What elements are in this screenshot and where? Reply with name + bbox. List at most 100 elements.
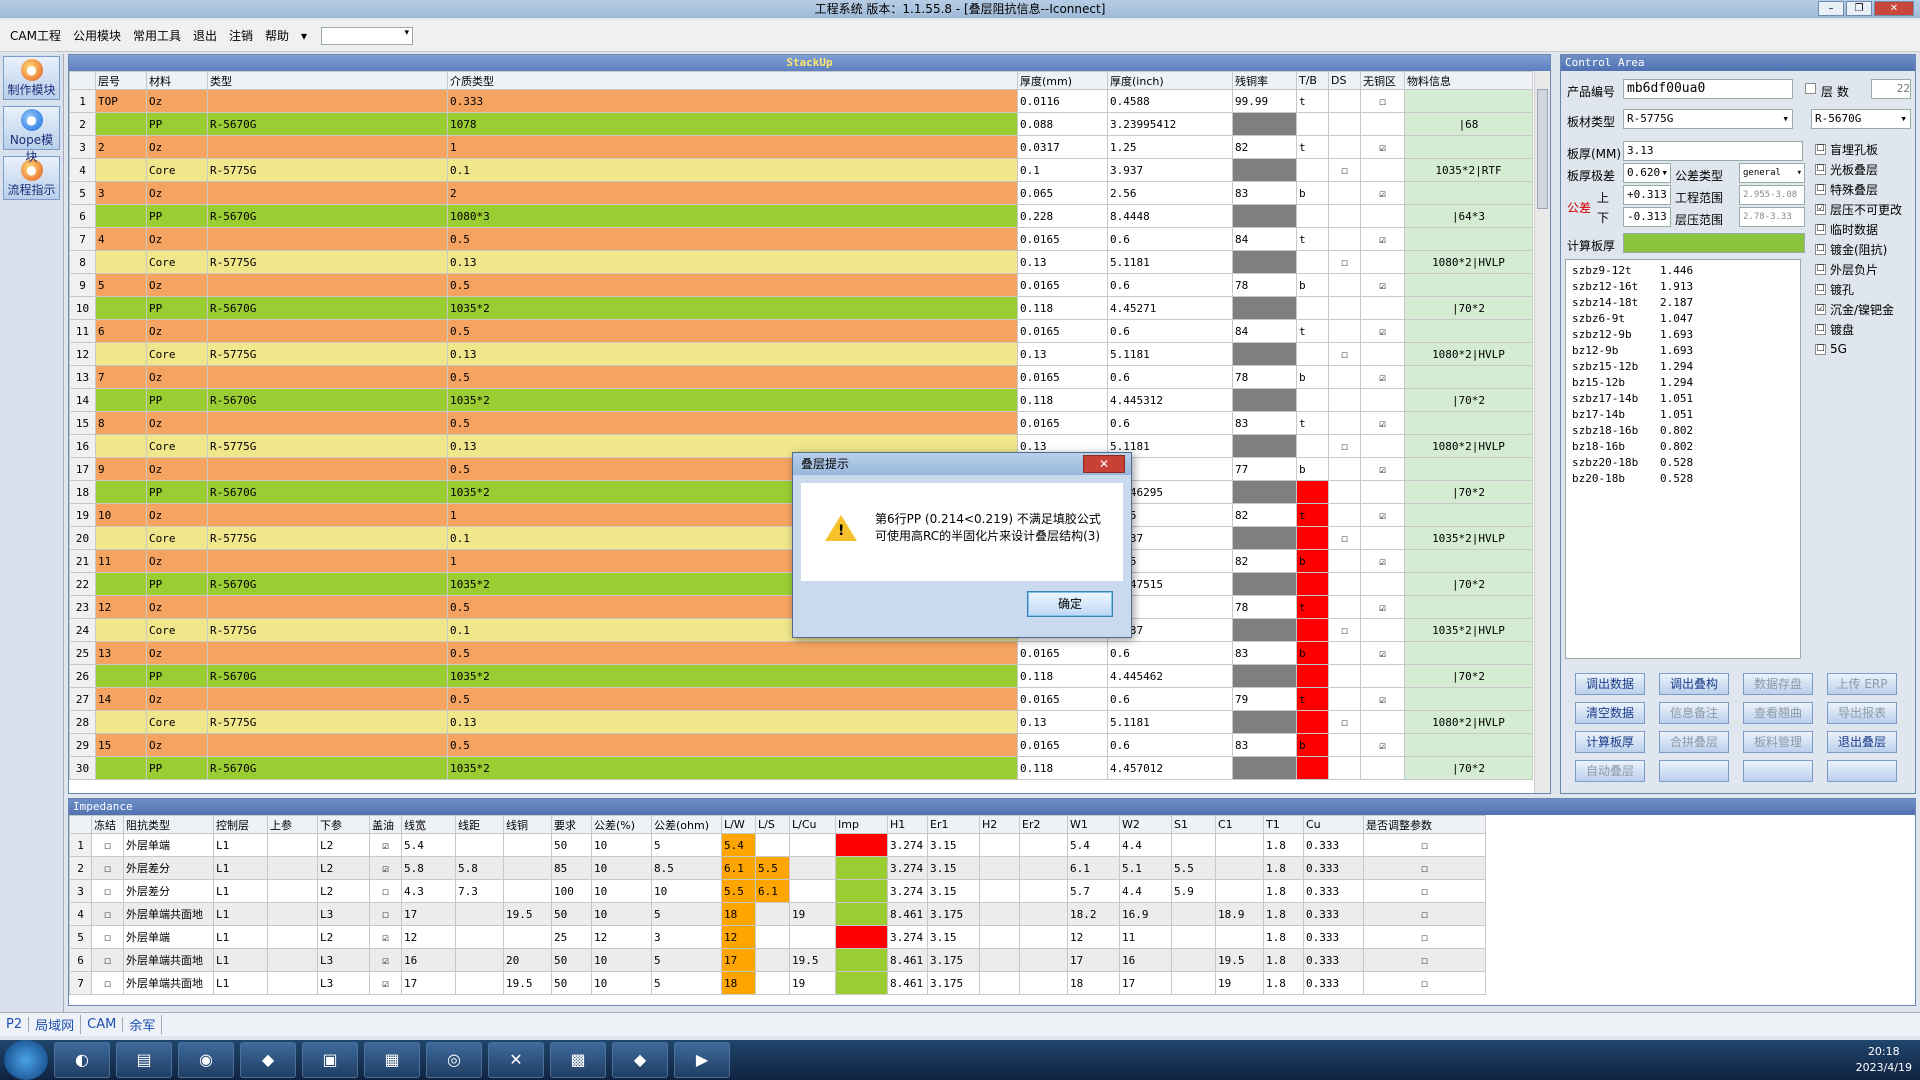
table-cell[interactable]: 19 xyxy=(789,902,836,926)
table-cell[interactable]: 0.5 xyxy=(447,273,1018,297)
table-cell[interactable] xyxy=(1328,687,1361,711)
table-cell[interactable] xyxy=(1328,273,1361,297)
table-cell[interactable] xyxy=(1360,618,1405,642)
table-cell[interactable]: 0.333 xyxy=(1303,971,1364,995)
table-cell[interactable]: 3.175 xyxy=(927,902,980,926)
table-cell[interactable]: ☑ xyxy=(1360,135,1405,159)
table-cell[interactable]: 99.99 xyxy=(1232,89,1297,113)
table-cell[interactable] xyxy=(207,89,448,113)
table-cell[interactable]: 83 xyxy=(1232,733,1297,757)
table-cell[interactable]: 5.5 xyxy=(755,856,790,880)
table-cell[interactable] xyxy=(1232,480,1297,504)
table-cell[interactable]: 1.8 xyxy=(1263,879,1304,903)
close-button[interactable]: ✕ xyxy=(1874,1,1914,16)
table-row[interactable]: 2 PP R-5670G 1078 0.088 3.23995412 |68 xyxy=(69,112,1533,136)
table-cell[interactable]: 19.5 xyxy=(503,902,552,926)
table-cell[interactable] xyxy=(1360,204,1405,228)
table-cell[interactable]: 16 xyxy=(401,948,456,972)
table-cell[interactable] xyxy=(207,181,448,205)
table-cell[interactable] xyxy=(1360,480,1405,504)
table-cell[interactable]: ☐ xyxy=(1363,948,1486,972)
table-cell[interactable] xyxy=(1215,879,1264,903)
board-type-select[interactable]: R-5775G ▾ xyxy=(1623,109,1793,129)
table-cell[interactable]: 10 xyxy=(95,503,147,527)
table-cell[interactable] xyxy=(1360,756,1405,780)
impedance-col-header[interactable]: 线距 xyxy=(455,815,504,834)
table-cell[interactable]: |70*2 xyxy=(1404,296,1533,320)
table-cell[interactable] xyxy=(207,365,448,389)
table-cell[interactable]: 5 xyxy=(651,902,722,926)
table-cell[interactable]: 3.15 xyxy=(927,879,980,903)
table-cell[interactable]: 78 xyxy=(1232,365,1297,389)
table-row[interactable]: 28 Core R-5775G 0.13 0.13 5.1181 ☐ 1080*2|HVLP xyxy=(69,710,1533,734)
table-cell[interactable] xyxy=(1328,411,1361,435)
table-cell[interactable]: 外层单端共面地 xyxy=(123,902,214,926)
table-cell[interactable] xyxy=(1232,204,1297,228)
table-cell[interactable]: R-5670G xyxy=(207,204,448,228)
table-cell[interactable] xyxy=(207,549,448,573)
table-cell[interactable]: b xyxy=(1296,181,1329,205)
table-cell[interactable]: PP xyxy=(146,296,208,320)
table-cell[interactable]: 1080*2|HVLP xyxy=(1404,434,1533,458)
table-cell[interactable] xyxy=(1296,388,1329,412)
table-cell[interactable]: 4.4 xyxy=(1119,833,1172,857)
table-cell[interactable]: 13 xyxy=(95,641,147,665)
table-cell[interactable]: 4.4 xyxy=(1119,879,1172,903)
table-cell[interactable] xyxy=(503,879,552,903)
table-cell[interactable]: R-5670G xyxy=(207,296,448,320)
table-cell[interactable]: 0.5 xyxy=(447,227,1018,251)
taskbar-save-icon[interactable]: ▣ xyxy=(302,1042,358,1078)
table-cell[interactable]: R-5775G xyxy=(207,526,448,550)
table-cell[interactable]: 3 xyxy=(651,925,722,949)
table-cell[interactable]: t xyxy=(1296,687,1329,711)
table-cell[interactable] xyxy=(1215,856,1264,880)
table-cell[interactable]: 8.461 xyxy=(887,948,928,972)
option-checkbox[interactable]: ☑ 沉金/镍钯金 xyxy=(1815,299,1902,319)
table-cell[interactable] xyxy=(789,879,836,903)
table-cell[interactable]: 10 xyxy=(591,879,652,903)
impedance-col-header[interactable]: L/Cu xyxy=(789,815,836,834)
table-cell[interactable]: 7 xyxy=(69,971,92,995)
impedance-col-header[interactable]: 公差(ohm) xyxy=(651,815,722,834)
table-cell[interactable]: PP xyxy=(146,756,208,780)
stackup-col-header[interactable]: 物料信息 xyxy=(1404,71,1533,90)
table-cell[interactable]: ☑ xyxy=(1360,733,1405,757)
table-cell[interactable] xyxy=(207,273,448,297)
project-range-input[interactable]: 2.955-3.08 xyxy=(1739,185,1805,205)
table-cell[interactable] xyxy=(1328,89,1361,113)
table-cell[interactable] xyxy=(95,158,147,182)
table-cell[interactable]: 1.8 xyxy=(1263,902,1304,926)
table-cell[interactable]: 1080*3 xyxy=(447,204,1018,228)
table-cell[interactable]: t xyxy=(1296,227,1329,251)
table-cell[interactable]: 外层单端共面地 xyxy=(123,948,214,972)
table-cell[interactable]: 0.0165 xyxy=(1017,273,1108,297)
dialog-close-button[interactable]: ✕ xyxy=(1083,455,1125,473)
table-cell[interactable]: 17 xyxy=(1067,948,1120,972)
table-cell[interactable]: 8.5 xyxy=(651,856,722,880)
dialog-ok-button[interactable]: 确定 xyxy=(1027,591,1113,617)
table-cell[interactable]: 1080*2|HVLP xyxy=(1404,250,1533,274)
table-row[interactable]: 12 Core R-5775G 0.13 0.13 5.1181 ☐ 1080*2|HVLP xyxy=(69,342,1533,366)
table-cell[interactable] xyxy=(755,902,790,926)
table-cell[interactable]: 1.8 xyxy=(1263,856,1304,880)
control-button[interactable]: 导出报表 xyxy=(1827,702,1897,724)
table-cell[interactable]: ☑ xyxy=(369,948,402,972)
table-cell[interactable]: PP xyxy=(146,388,208,412)
table-cell[interactable]: R-5775G xyxy=(207,342,448,366)
make-module-button[interactable]: ● 制作模块 xyxy=(3,56,60,100)
table-cell[interactable] xyxy=(1215,925,1264,949)
list-item[interactable]: bz12-9b 1.693 xyxy=(1572,344,1794,360)
table-cell[interactable] xyxy=(1328,572,1361,596)
table-cell[interactable] xyxy=(1328,135,1361,159)
menu-help[interactable]: 帮助 xyxy=(259,26,295,46)
table-cell[interactable] xyxy=(835,902,888,926)
table-cell[interactable]: ☐ xyxy=(1363,971,1486,995)
table-cell[interactable] xyxy=(1171,833,1216,857)
table-cell[interactable]: 20 xyxy=(503,948,552,972)
table-cell[interactable]: R-5670G xyxy=(207,756,448,780)
table-cell[interactable]: ☑ xyxy=(1360,227,1405,251)
table-cell[interactable]: 6.1 xyxy=(721,856,756,880)
impedance-col-header[interactable]: H2 xyxy=(979,815,1020,834)
table-cell[interactable] xyxy=(1360,388,1405,412)
table-cell[interactable] xyxy=(267,971,318,995)
